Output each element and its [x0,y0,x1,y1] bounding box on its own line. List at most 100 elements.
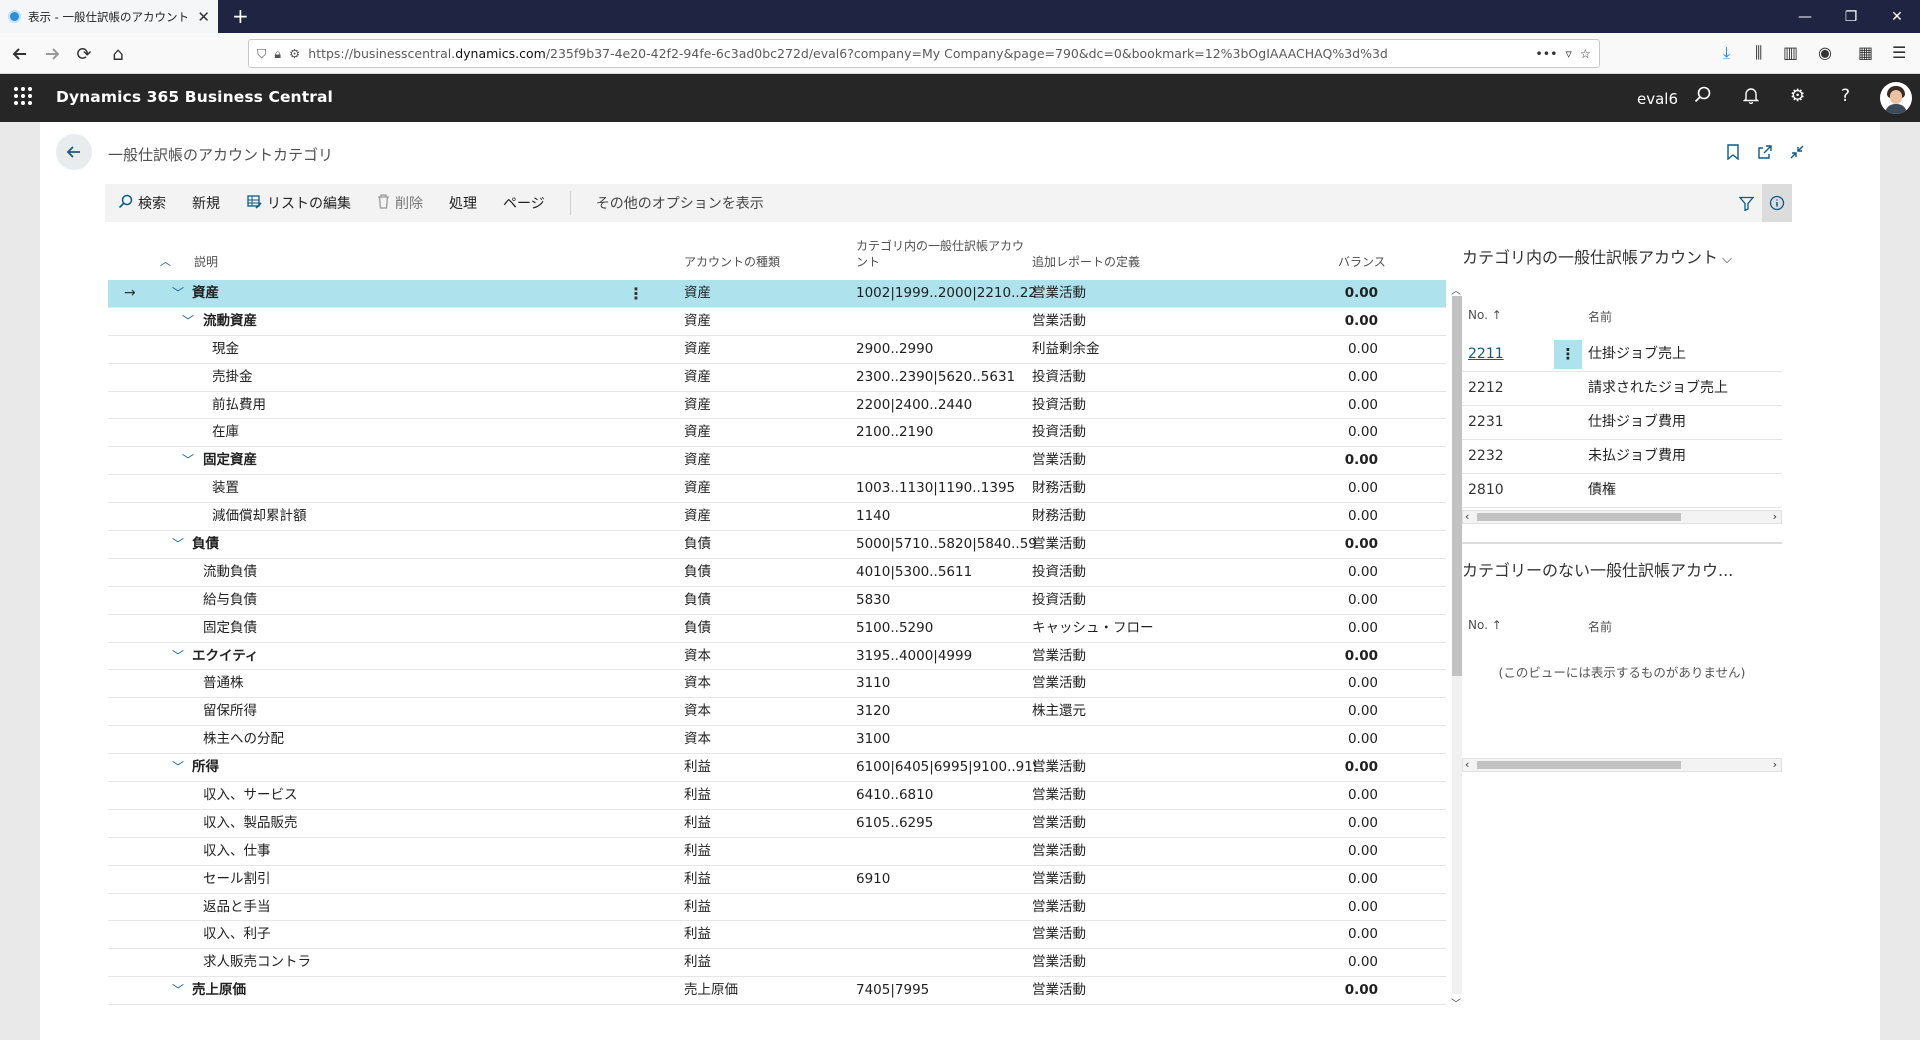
new-tab-icon[interactable]: + [232,5,249,27]
factbox-section1-title[interactable]: カテゴリ内の一般仕訳帳アカウント ⌵ [1462,244,1732,268]
cell-description[interactable]: 前払費用 [212,392,552,419]
cell-accounts[interactable] [856,921,1036,948]
table-row[interactable]: 固定負債 負債 5100..5290 キャッシュ・フロー 0.00 [108,615,1446,643]
cell-balance[interactable]: 0.00 [1258,531,1378,558]
table-row[interactable]: 収入、利子 利益 営業活動 0.00 [108,921,1446,950]
pocket-icon[interactable]: ▿ [1566,46,1572,61]
table-row[interactable]: 収入、仕事 利益 営業活動 0.00 [108,838,1446,866]
cell-description[interactable]: 収入、製品販売 [203,810,543,837]
search-action-button[interactable]: 検索 [105,193,179,213]
cell-description[interactable]: 所得 [192,754,532,781]
expand-collapse-chevron-icon[interactable]: ﹀ [172,531,184,558]
cell-description[interactable]: セール割引 [203,866,543,893]
cell-accounts[interactable]: 3100 [856,726,1036,753]
factbox-account-row[interactable]: 2212 請求されたジョブ売上 [1462,372,1782,406]
search-icon[interactable] [1694,86,1712,109]
cell-balance[interactable]: 0.00 [1258,894,1378,921]
close-tab-icon[interactable]: ✕ [197,8,210,26]
process-menu[interactable]: 処理 [436,193,490,213]
row-menu-dots-icon[interactable]: ⋮ [628,280,644,307]
col-balance[interactable]: バランス [1338,254,1386,270]
cell-balance[interactable]: 0.00 [1258,782,1378,809]
fb2-col-no[interactable]: No. ↑ [1468,618,1502,632]
cell-description[interactable]: 収入、利子 [203,921,543,948]
table-row[interactable]: ﹀ 売上原価 売上原価 7405|7995 営業活動 0.00 [108,977,1446,1006]
account-no[interactable]: 2211 [1468,338,1504,371]
table-row[interactable]: 返品と手当 利益 営業活動 0.00 [108,894,1446,922]
cell-description[interactable]: 普通株 [203,670,543,697]
cell-balance[interactable]: 0.00 [1258,559,1378,586]
cell-description[interactable]: 売上原価 [192,977,532,1004]
cell-description[interactable]: 求人販売コントラ [203,949,543,976]
table-row[interactable]: 現金 資産 2900..2990 利益剰余金 0.00 [108,336,1446,364]
cell-balance[interactable]: 0.00 [1258,419,1378,446]
expand-collapse-chevron-icon[interactable]: ﹀ [172,754,184,781]
row-menu-dots-icon[interactable]: ⋮ [1554,340,1582,369]
notification-bell-icon[interactable] [1742,86,1760,109]
cell-accounts[interactable] [856,894,1036,921]
account-no[interactable]: 2232 [1468,440,1504,473]
filter-icon[interactable] [1731,184,1761,222]
cell-accounts[interactable] [856,949,1036,976]
table-row[interactable]: 装置 資産 1003..1130|1190..1395 財務活動 0.00 [108,475,1446,504]
scroll-right-icon[interactable]: › [1773,510,1777,523]
scroll-up-icon[interactable]: ︿ [1451,282,1461,297]
fb2-scroll-thumb[interactable] [1477,761,1681,769]
cell-accounts[interactable] [856,308,1036,335]
more-options-button[interactable]: その他のオプションを表示 [583,193,777,213]
account-icon[interactable]: ◉ [1818,43,1832,62]
factbox-account-row[interactable]: 2810 債権 [1462,474,1782,508]
cell-description[interactable]: 装置 [212,475,552,502]
factbox-account-row[interactable]: 2211 ⋮ 仕掛ジョブ売上 [1462,338,1782,372]
cell-balance[interactable]: 0.00 [1258,615,1378,642]
cell-description[interactable]: 収入、仕事 [203,838,543,865]
cell-accounts[interactable]: 4010|5300..5611 [856,559,1036,586]
collapse-icon[interactable] [1789,144,1805,164]
bookmark-star-icon[interactable]: ☆ [1580,46,1591,61]
table-row[interactable]: ﹀ 流動資産 資産 営業活動 0.00 [108,308,1446,336]
cell-accounts[interactable]: 6410..6810 [856,782,1036,809]
back-button[interactable] [56,134,92,170]
cell-description[interactable]: 固定資産 [203,447,543,474]
table-row[interactable]: 減価償却累計額 資産 1140 財務活動 0.00 [108,503,1446,532]
factbox-section2-title[interactable]: カテゴリーのない一般仕訳帳アカウ... [1462,557,1733,581]
cell-accounts[interactable]: 5830 [856,587,1036,614]
forward-icon[interactable] [38,40,66,68]
cell-balance[interactable]: 0.00 [1258,280,1378,307]
cell-balance[interactable]: 0.00 [1258,308,1378,335]
page-menu[interactable]: ページ [490,193,558,213]
cell-balance[interactable]: 0.00 [1258,726,1378,753]
cell-description[interactable]: 資産 [192,280,532,307]
cell-description[interactable]: 負債 [192,531,532,558]
cell-balance[interactable]: 0.00 [1258,838,1378,865]
cell-balance[interactable]: 0.00 [1258,392,1378,419]
expand-collapse-chevron-icon[interactable]: ﹀ [182,308,194,335]
cell-accounts[interactable]: 1003..1130|1190..1395 [856,475,1036,502]
cell-accounts[interactable]: 1002|1999..2000|2210..229 ... [856,280,1036,307]
fb1-scroll-thumb[interactable] [1477,513,1681,521]
cell-accounts[interactable]: 5000|5710..5820|5840..5997 [856,531,1036,558]
cell-description[interactable]: 在庫 [212,419,552,446]
cell-balance[interactable]: 0.00 [1258,503,1378,530]
cell-accounts[interactable]: 5100..5290 [856,615,1036,642]
info-pane-toggle-icon[interactable] [1762,184,1792,222]
cell-balance[interactable]: 0.00 [1258,670,1378,697]
page-actions-icon[interactable]: ••• [1535,46,1557,61]
cell-balance[interactable]: 0.00 [1258,447,1378,474]
cell-balance[interactable]: 0.00 [1258,949,1378,976]
scroll-thumb[interactable] [1452,296,1462,676]
cell-accounts[interactable] [856,838,1036,865]
url-text[interactable]: https://businesscentral.dynamics.com/235… [308,46,1527,61]
fb2-col-name[interactable]: 名前 [1588,618,1612,635]
download-icon[interactable]: ⤓ [1723,43,1730,63]
delete-button[interactable]: 削除 [364,193,436,213]
table-row[interactable]: 前払費用 資産 2200|2400..2440 投資活動 0.00 [108,392,1446,420]
library-icon[interactable]: ⫼ [1755,43,1762,63]
fb1-col-no[interactable]: No. ↑ [1468,308,1502,322]
cell-balance[interactable]: 0.00 [1258,921,1378,948]
extensions-icon[interactable]: ▦ [1858,43,1873,62]
table-row[interactable]: → ﹀ 資産 ⋮ 資産 1002|1999..2000|2210..229 ...営業活動… [108,280,1446,308]
fb2-hscrollbar[interactable]: ‹ › [1462,758,1782,772]
table-row[interactable]: 流動負債 負債 4010|5300..5611 投資活動 0.00 [108,559,1446,587]
table-row[interactable]: 収入、サービス 利益 6410..6810 営業活動 0.00 [108,782,1446,810]
